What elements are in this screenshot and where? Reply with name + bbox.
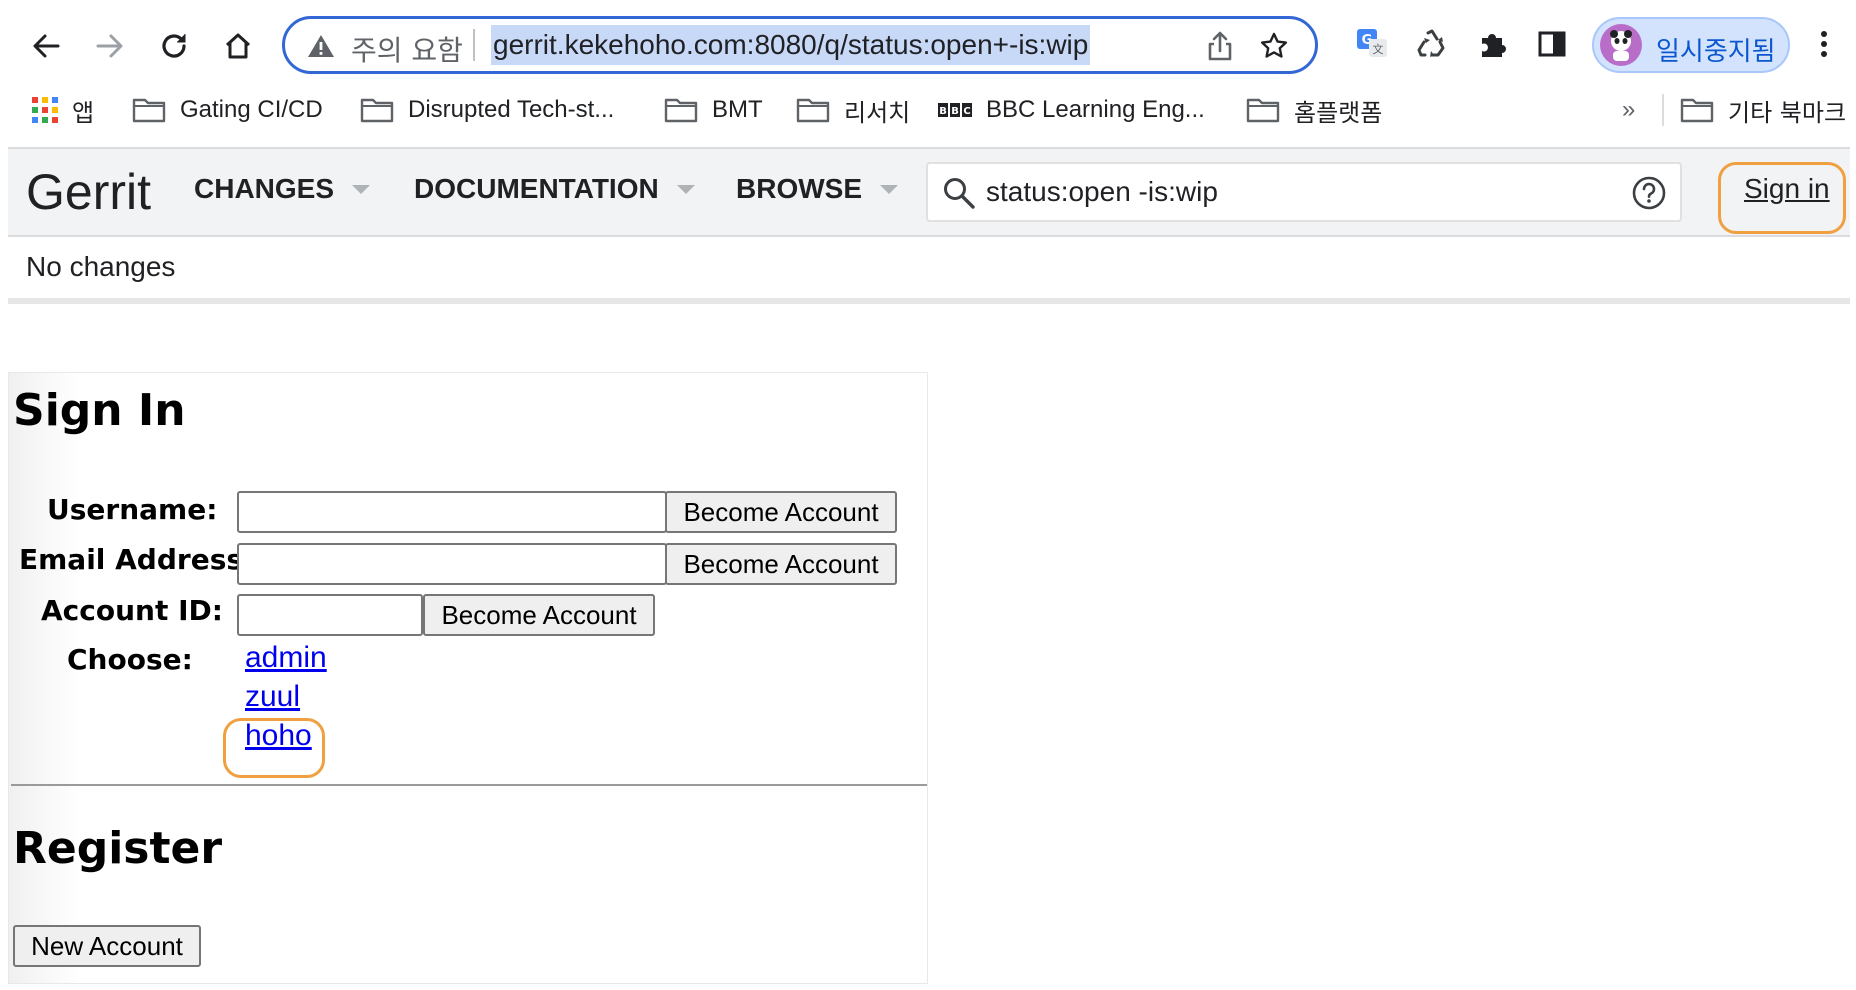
bbc-icon: BBC <box>938 102 972 118</box>
nav-label: DOCUMENTATION <box>414 173 659 204</box>
bookmarks-divider <box>1662 94 1664 126</box>
omnibox-divider <box>473 29 475 61</box>
bookmark-folder-research[interactable]: 리서치 <box>796 92 910 128</box>
bookmark-label: Gating CI/CD <box>180 96 323 123</box>
extensions-button[interactable] <box>1472 24 1512 64</box>
bookmark-label: 홈플랫폼 <box>1294 98 1383 127</box>
gerrit-logo[interactable]: Gerrit <box>26 163 151 221</box>
profile-button[interactable]: 일시중지됨 <box>1592 17 1790 73</box>
avatar <box>1600 24 1642 66</box>
address-bar[interactable]: 주의 요함 gerrit.kekehoho.com:8080/q/status:… <box>282 16 1318 74</box>
account-id-label: Account ID: <box>41 594 223 627</box>
bookmarks-overflow-button[interactable]: » <box>1622 92 1635 128</box>
back-arrow-icon <box>33 34 60 58</box>
reload-button[interactable] <box>154 26 194 66</box>
folder-icon <box>1246 97 1280 123</box>
register-title: Register <box>13 823 223 874</box>
recycle-icon <box>1417 29 1445 57</box>
kebab-menu-icon <box>1821 31 1827 57</box>
nav-changes-menu[interactable]: CHANGES <box>194 173 371 205</box>
sign-in-panel: Sign In Username: Become Account Email A… <box>8 372 928 984</box>
account-id-input[interactable] <box>237 594 423 636</box>
translate-button[interactable]: G文 <box>1352 24 1392 64</box>
profile-status-label: 일시중지됨 <box>1656 37 1776 67</box>
bookmark-star-button[interactable] <box>1257 29 1291 63</box>
bookmark-label: 기타 북마크 <box>1728 98 1847 127</box>
become-account-id-button[interactable]: Become Account <box>423 594 655 636</box>
nav-documentation-menu[interactable]: DOCUMENTATION <box>414 173 695 205</box>
folder-icon <box>664 97 698 123</box>
side-panel-icon <box>1538 31 1566 57</box>
svg-text:C: C <box>963 106 970 117</box>
folder-icon <box>1680 97 1714 123</box>
share-button[interactable] <box>1203 29 1237 63</box>
bookmark-label: 앱 <box>72 98 95 127</box>
username-input[interactable] <box>237 491 667 533</box>
bookmark-bbc-learning[interactable]: BBC BBC Learning Eng... <box>938 92 1205 128</box>
bookmark-label: 리서치 <box>844 98 911 127</box>
folder-icon <box>796 97 830 123</box>
account-link-admin[interactable]: admin <box>245 641 327 675</box>
reload-icon <box>162 34 186 58</box>
panda-avatar-icon <box>1610 30 1632 61</box>
browser-menu-button[interactable] <box>1804 24 1844 64</box>
caret-down-icon <box>352 184 371 194</box>
nav-browse-menu[interactable]: BROWSE <box>736 173 898 205</box>
new-account-button[interactable]: New Account <box>13 925 201 967</box>
search-input[interactable] <box>986 176 1606 208</box>
caret-down-icon <box>880 184 898 194</box>
forward-arrow-icon <box>96 34 123 58</box>
sign-in-title: Sign In <box>13 385 186 436</box>
sign-in-highlight <box>1718 162 1846 234</box>
become-account-email-button[interactable]: Become Account <box>665 543 897 585</box>
bookmark-apps[interactable]: 앱 <box>32 92 94 128</box>
security-warning-label[interactable]: 주의 요함 <box>351 29 463 69</box>
home-icon <box>225 33 251 59</box>
side-panel-button[interactable] <box>1532 24 1572 64</box>
changes-result-bar: No changes <box>8 237 1850 304</box>
bookmark-folder-bmt[interactable]: BMT <box>664 92 763 128</box>
bookmark-folder-gating[interactable]: Gating CI/CD <box>132 92 323 128</box>
share-icon <box>1208 31 1232 61</box>
gerrit-header: Gerrit CHANGES DOCUMENTATION BROWSE Sign… <box>8 147 1850 237</box>
puzzle-icon <box>1482 34 1506 57</box>
apps-grid-icon <box>32 97 58 123</box>
bookmark-folder-home-platform[interactable]: 홈플랫폼 <box>1246 92 1382 128</box>
panel-gradient <box>9 373 79 983</box>
folder-icon <box>360 97 394 123</box>
svg-text:文: 文 <box>1373 42 1384 56</box>
search-box[interactable] <box>926 162 1682 222</box>
home-button[interactable] <box>218 26 258 66</box>
forward-button[interactable] <box>90 26 130 66</box>
back-button[interactable] <box>26 26 66 66</box>
folder-icon <box>132 97 166 123</box>
svg-text:B: B <box>939 106 947 117</box>
bookmark-label: BMT <box>712 96 763 123</box>
section-divider <box>11 784 927 786</box>
no-changes-text: No changes <box>26 251 176 282</box>
nav-label: BROWSE <box>736 173 862 204</box>
email-address-input[interactable] <box>237 543 667 585</box>
overflow-chevron-icon: » <box>1622 96 1636 123</box>
hoho-highlight <box>223 718 325 778</box>
url-text[interactable]: gerrit.kekehoho.com:8080/q/status:open+-… <box>491 25 1091 65</box>
bookmark-label: Disrupted Tech-st... <box>408 96 615 123</box>
bookmark-folder-disrupted[interactable]: Disrupted Tech-st... <box>360 92 614 128</box>
bookmark-other-bookmarks[interactable]: 기타 북마크 <box>1680 92 1846 128</box>
recycle-extension-button[interactable] <box>1412 24 1452 64</box>
become-account-username-button[interactable]: Become Account <box>665 491 897 533</box>
star-icon <box>1261 32 1287 58</box>
warning-icon <box>308 35 334 57</box>
svg-text:B: B <box>951 106 959 117</box>
choose-label: Choose: <box>67 643 193 676</box>
google-translate-icon: G文 <box>1357 29 1387 57</box>
caret-down-icon <box>676 184 695 194</box>
help-icon[interactable] <box>1632 176 1666 210</box>
search-icon <box>944 178 975 209</box>
account-link-zuul[interactable]: zuul <box>245 680 300 714</box>
nav-label: CHANGES <box>194 173 335 204</box>
email-address-label: Email Address: <box>19 543 255 576</box>
bookmark-label: BBC Learning Eng... <box>986 96 1205 123</box>
username-label: Username: <box>47 493 218 526</box>
